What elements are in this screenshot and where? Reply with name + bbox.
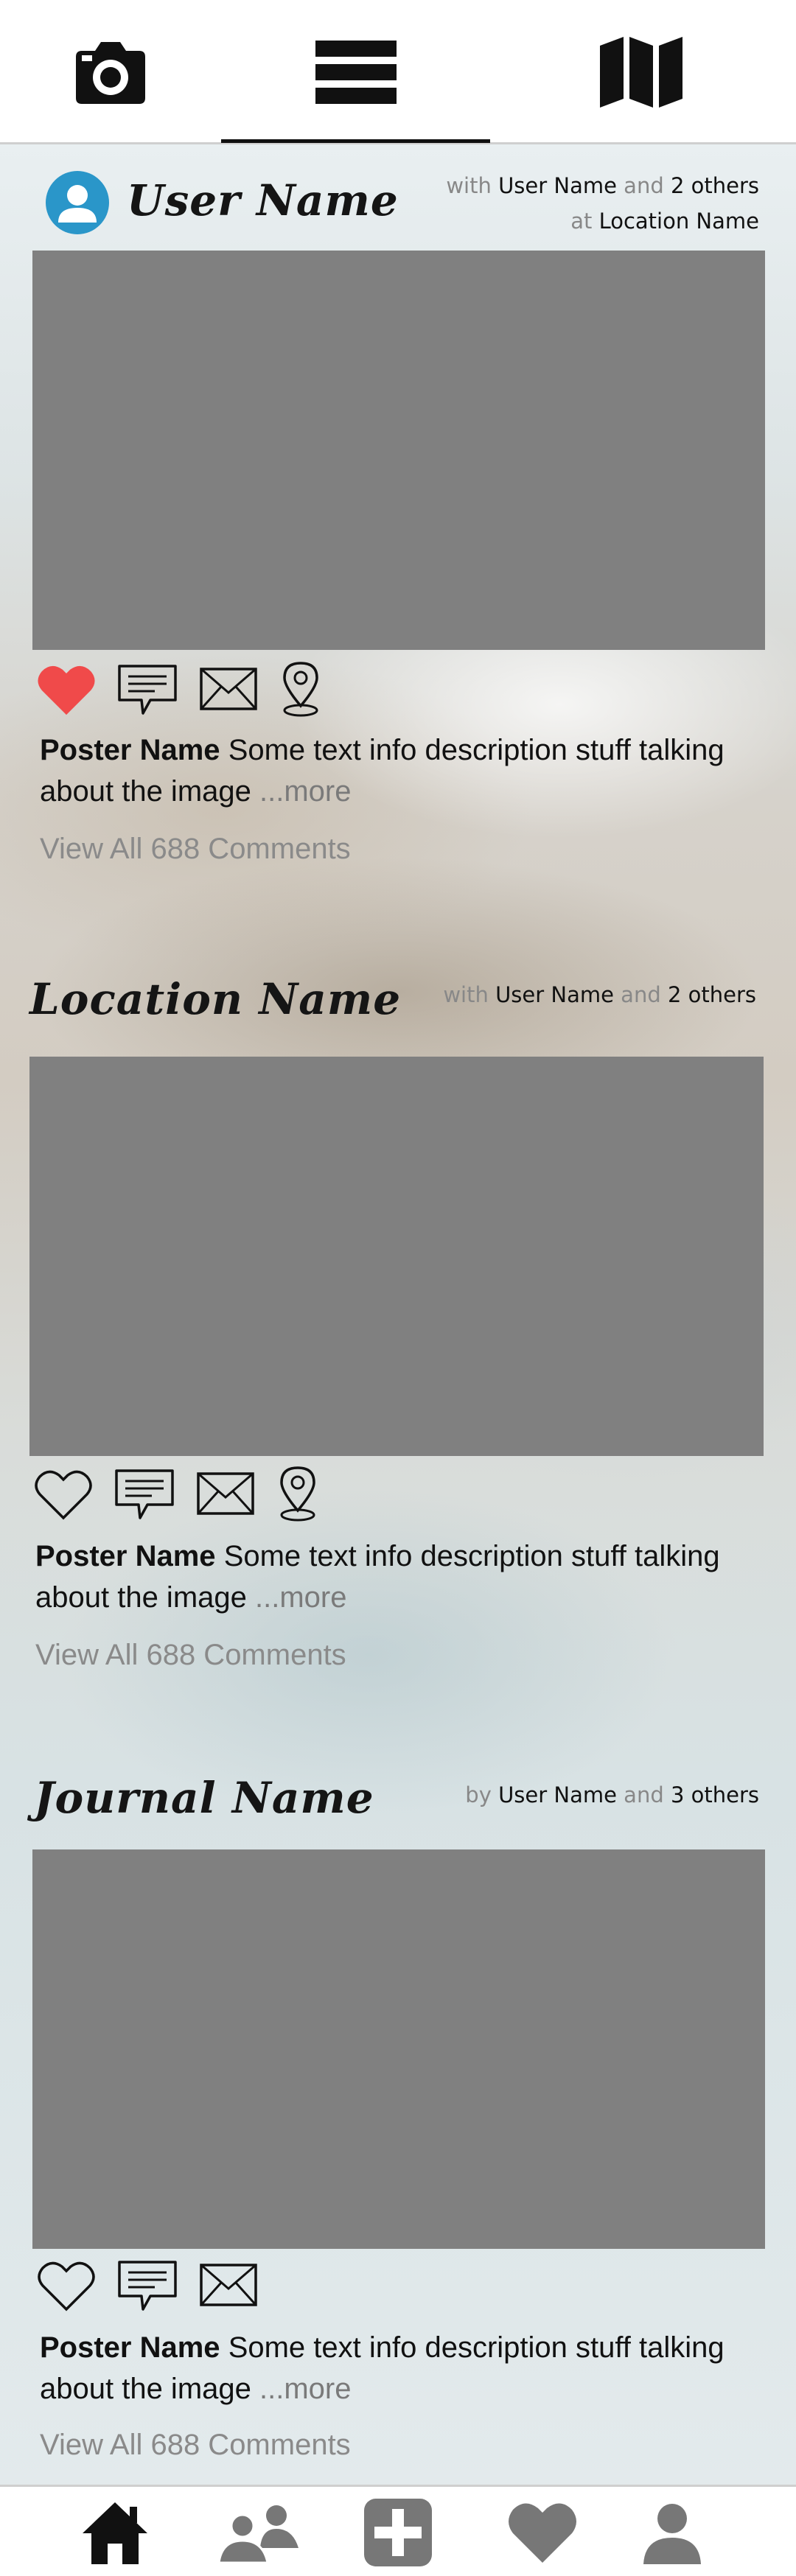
others-link[interactable]: 2 others: [671, 173, 759, 198]
post-actions: [37, 656, 323, 722]
nav-profile[interactable]: [621, 2487, 724, 2576]
tab-feed[interactable]: [221, 0, 490, 144]
post-title[interactable]: Journal Name: [34, 1773, 374, 1823]
nav-friends[interactable]: [208, 2487, 311, 2576]
user-avatar-icon: [58, 185, 97, 223]
mail-icon[interactable]: [199, 666, 258, 712]
post-title[interactable]: User Name: [127, 175, 399, 225]
profile-icon: [643, 2504, 701, 2564]
feed-list-icon: [315, 41, 397, 104]
poster-name[interactable]: Poster Name: [35, 1540, 216, 1572]
avatar[interactable]: [46, 171, 109, 234]
post-photo[interactable]: [32, 251, 765, 650]
comment-icon[interactable]: [114, 1466, 175, 1521]
more-link[interactable]: ...more: [259, 775, 351, 808]
tagged-user-link[interactable]: User Name: [498, 173, 617, 198]
tab-selected-indicator: [221, 139, 490, 143]
heart-icon[interactable]: [37, 662, 96, 716]
comment-icon[interactable]: [116, 662, 178, 716]
more-link[interactable]: ...more: [259, 2373, 351, 2405]
post-meta: with User Name and 2 others: [443, 982, 756, 1007]
nav-add[interactable]: [346, 2487, 450, 2576]
post-actions: [37, 2252, 258, 2318]
more-link[interactable]: ...more: [255, 1581, 346, 1614]
map-icon: [600, 37, 682, 108]
nav-favorites[interactable]: [491, 2487, 594, 2576]
mail-icon[interactable]: [196, 1471, 255, 1516]
home-icon: [83, 2502, 147, 2564]
view-comments-link[interactable]: View All 688 Comments: [35, 1639, 346, 1672]
post-user: User Name with User Name and 2 others at…: [0, 144, 796, 881]
view-comments-link[interactable]: View All 688 Comments: [40, 2429, 351, 2462]
location-pin-icon[interactable]: [276, 1463, 320, 1524]
location-pin-icon[interactable]: [279, 659, 323, 719]
others-link[interactable]: 3 others: [671, 1782, 759, 1807]
post-actions: [34, 1460, 320, 1527]
post-caption: Poster Name Some text info description s…: [40, 2331, 725, 2405]
heart-icon[interactable]: [34, 1466, 93, 1521]
post-photo[interactable]: [32, 1849, 765, 2249]
post-photo[interactable]: [29, 1057, 764, 1456]
post-journal: Journal Name by User Name and 3 others P…: [0, 1758, 796, 2480]
others-link[interactable]: 2 others: [668, 982, 756, 1007]
top-tab-bar: [0, 0, 796, 144]
nav-home[interactable]: [63, 2487, 167, 2576]
favorites-icon: [509, 2503, 576, 2563]
friends-icon: [217, 2505, 298, 2564]
view-comments-link[interactable]: View All 688 Comments: [40, 833, 351, 866]
post-meta: by User Name and 3 others: [465, 1782, 759, 1807]
mail-icon[interactable]: [199, 2262, 258, 2308]
camera-icon: [76, 42, 145, 104]
add-icon: [364, 2499, 432, 2566]
tagged-user-link[interactable]: User Name: [495, 982, 614, 1007]
poster-name[interactable]: Poster Name: [40, 734, 220, 766]
post-location: Location Name with User Name and 2 other…: [0, 967, 796, 1704]
post-caption: Poster Name Some text info description s…: [40, 734, 725, 808]
location-link[interactable]: Location Name: [599, 209, 759, 234]
tab-camera[interactable]: [0, 0, 221, 144]
post-caption: Poster Name Some text info description s…: [35, 1540, 720, 1614]
post-meta: with User Name and 2 others at Location …: [446, 173, 759, 234]
bottom-nav-bar: [0, 2485, 796, 2576]
tagged-user-link[interactable]: User Name: [498, 1782, 617, 1807]
comment-icon[interactable]: [116, 2258, 178, 2312]
poster-name[interactable]: Poster Name: [40, 2331, 220, 2364]
heart-icon[interactable]: [37, 2258, 96, 2312]
tab-map[interactable]: [531, 0, 752, 144]
post-title[interactable]: Location Name: [29, 974, 401, 1024]
